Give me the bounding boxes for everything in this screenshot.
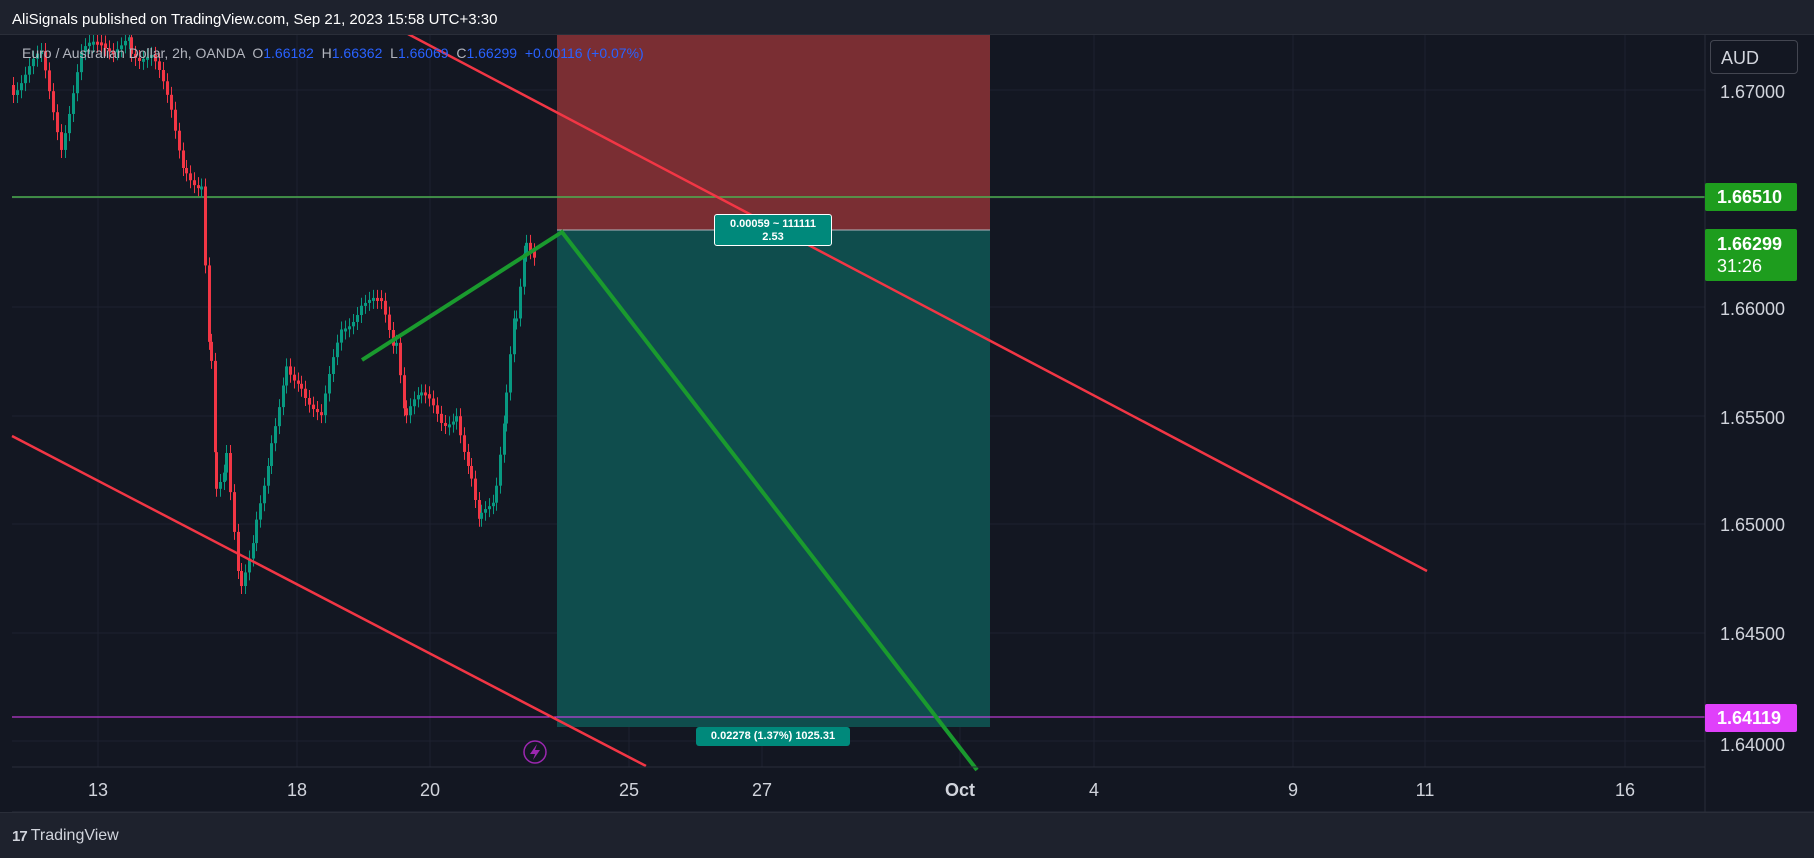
price-tick: 1.64500 bbox=[1720, 624, 1785, 644]
time-tick: 25 bbox=[619, 780, 639, 800]
currency-button[interactable]: AUD bbox=[1710, 40, 1798, 74]
symbol-legend: Euro / Australian Dollar, 2h, OANDA O1.6… bbox=[22, 45, 644, 61]
resistance-price-tag: 1.66510 bbox=[1705, 183, 1797, 211]
low-value: 1.66069 bbox=[397, 45, 449, 61]
time-tick: 9 bbox=[1288, 780, 1298, 800]
publisher-bar: AliSignals published on TradingView.com,… bbox=[0, 0, 1814, 35]
current-price-tag: 1.66299 31:26 bbox=[1705, 229, 1797, 281]
high-label: H bbox=[321, 45, 332, 61]
time-tick: 16 bbox=[1615, 780, 1635, 800]
symbol-name[interactable]: Euro / Australian Dollar, 2h, OANDA bbox=[22, 45, 245, 61]
stop-loss-zone[interactable] bbox=[557, 34, 990, 230]
time-tick: Oct bbox=[945, 780, 975, 800]
chart-canvas[interactable]: 1.67000 1.66000 1.65500 1.65000 1.64500 … bbox=[0, 0, 1814, 857]
current-price: 1.66299 bbox=[1717, 234, 1783, 254]
take-profit-zone[interactable] bbox=[557, 230, 990, 727]
target-label[interactable]: 0.02278 (1.37%) 1025.31 bbox=[696, 727, 850, 746]
change-value: +0.00116 (+0.07%) bbox=[524, 45, 644, 61]
high-value: 1.66362 bbox=[331, 45, 383, 61]
publisher-info: AliSignals published on TradingView.com,… bbox=[12, 11, 498, 28]
time-tick: 11 bbox=[1416, 780, 1435, 800]
price-tick: 1.64000 bbox=[1720, 735, 1785, 755]
footer-bar: 17 TradingView bbox=[0, 812, 1814, 858]
target-price-tag: 1.64119 bbox=[1705, 704, 1797, 732]
risk-reward-ratio: 2.53 bbox=[762, 231, 784, 243]
time-tick: 13 bbox=[88, 780, 108, 800]
time-tick: 4 bbox=[1089, 780, 1099, 800]
low-label: L bbox=[390, 45, 398, 61]
tradingview-logo[interactable]: 17 TradingView bbox=[12, 827, 119, 845]
time-tick: 18 bbox=[287, 780, 307, 800]
time-tick: 27 bbox=[752, 780, 772, 800]
risk-reward-label[interactable]: 0.00059 ~ 111111 2.53 bbox=[714, 214, 832, 246]
time-tick: 20 bbox=[420, 780, 440, 800]
price-tick: 1.65500 bbox=[1720, 408, 1785, 428]
price-tick: 1.65000 bbox=[1720, 515, 1785, 535]
close-value: 1.66299 bbox=[466, 45, 518, 61]
risk-amount: 0.00059 ~ 111111 bbox=[730, 218, 816, 230]
close-label: C bbox=[456, 45, 467, 61]
tradingview-logo-text: TradingView bbox=[30, 827, 119, 844]
tradingview-logo-icon: 17 bbox=[12, 827, 28, 845]
open-value: 1.66182 bbox=[263, 45, 314, 61]
open-label: O bbox=[252, 45, 264, 61]
price-tick: 1.67000 bbox=[1720, 82, 1785, 102]
bar-countdown: 31:26 bbox=[1717, 256, 1763, 276]
price-tick: 1.66000 bbox=[1720, 299, 1785, 319]
